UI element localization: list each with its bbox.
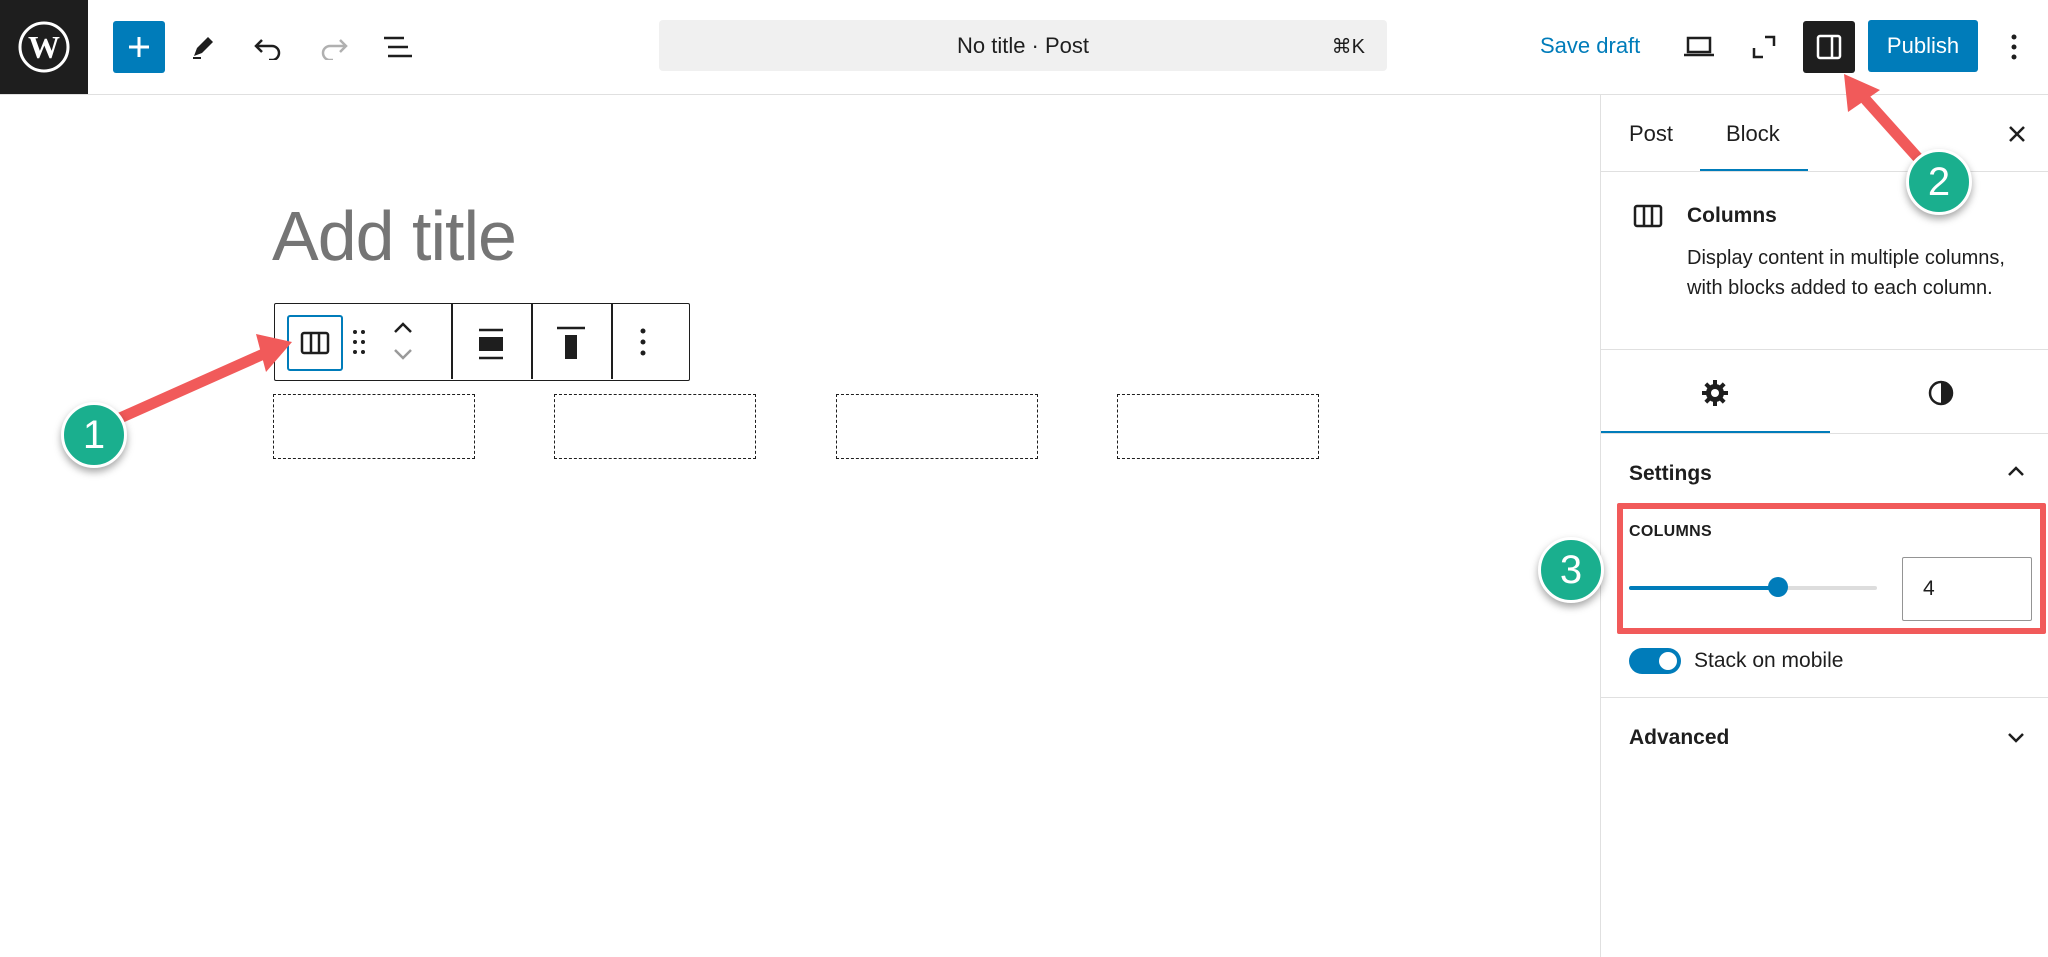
annotation-badge: 2 [1906, 149, 1972, 215]
annotation-badge: 1 [61, 402, 127, 468]
annotation-arrows [114, 74, 1924, 424]
annotation-badge: 3 [1538, 537, 1604, 603]
